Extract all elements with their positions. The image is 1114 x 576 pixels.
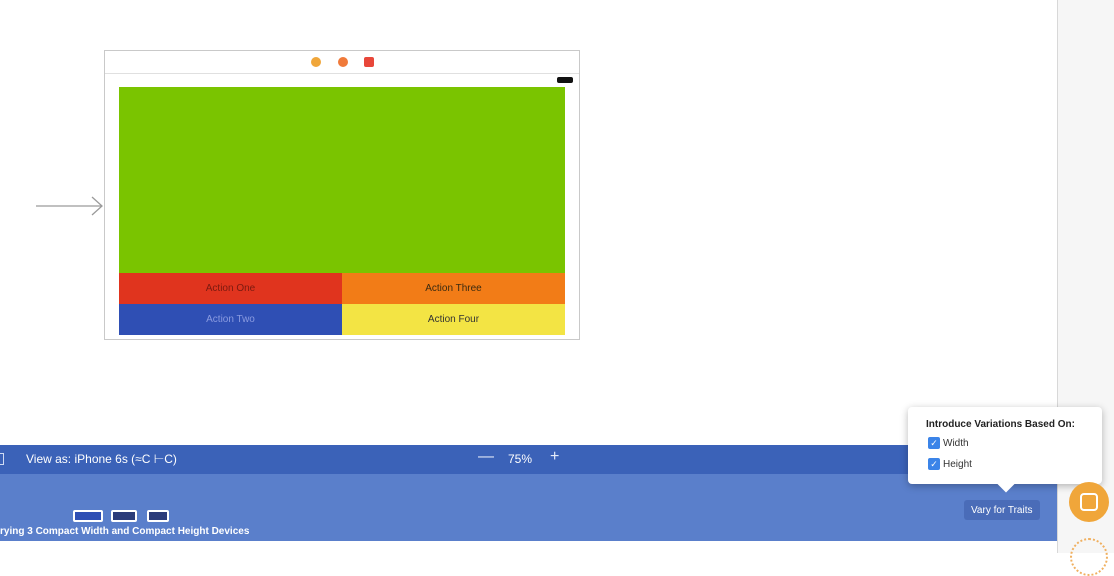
width-option[interactable]: ✓ Width <box>928 437 969 449</box>
main-view[interactable] <box>119 87 565 273</box>
width-label: Width <box>943 437 969 449</box>
view-icon <box>1080 493 1098 511</box>
entry-point-arrow-icon <box>36 196 103 216</box>
width-checkbox[interactable]: ✓ <box>928 437 940 449</box>
object-library-icon[interactable] <box>1069 482 1109 522</box>
vary-traits-popover: Introduce Variations Based On: ✓ Width ✓… <box>908 407 1102 493</box>
scene-dock <box>105 51 579 74</box>
placeholder-object-icon[interactable] <box>1070 538 1108 576</box>
device-configuration-bar: rying 3 Compact Width and Compact Height… <box>0 474 1057 541</box>
height-option[interactable]: ✓ Height <box>928 458 972 470</box>
battery-icon <box>557 77 573 83</box>
device-iphone-icon[interactable] <box>147 510 169 522</box>
device-iphone-icon[interactable] <box>111 510 137 522</box>
action-two-button[interactable]: Action Two <box>119 304 342 335</box>
zoom-in-button[interactable]: + <box>550 448 559 466</box>
storyboard-canvas[interactable]: Action One Action Three Action Two Actio… <box>0 0 1057 445</box>
zoom-out-button[interactable]: — <box>478 448 494 466</box>
bottom-strip <box>0 541 1057 553</box>
popover-title: Introduce Variations Based On: <box>926 419 1075 430</box>
sidebar-toggle-icon[interactable] <box>0 453 4 465</box>
view-as-bar: View as: iPhone 6s (≈C ⊢C) — 75% + <box>0 445 1057 474</box>
view-controller-icon[interactable] <box>311 57 321 67</box>
height-checkbox[interactable]: ✓ <box>928 458 940 470</box>
action-one-button[interactable]: Action One <box>119 273 342 304</box>
zoom-level: 75% <box>508 452 533 466</box>
action-three-button[interactable]: Action Three <box>342 273 565 304</box>
first-responder-icon[interactable] <box>338 57 348 67</box>
varying-devices-text: rying 3 Compact Width and Compact Height… <box>0 526 250 537</box>
vary-for-traits-button[interactable]: Vary for Traits <box>964 500 1040 520</box>
height-label: Height <box>943 458 972 470</box>
device-iphone-icon[interactable] <box>73 510 103 522</box>
view-controller-scene[interactable]: Action One Action Three Action Two Actio… <box>104 50 580 340</box>
exit-icon[interactable] <box>364 57 374 67</box>
action-four-button[interactable]: Action Four <box>342 304 565 335</box>
view-as-label[interactable]: View as: iPhone 6s (≈C ⊢C) <box>26 452 177 466</box>
